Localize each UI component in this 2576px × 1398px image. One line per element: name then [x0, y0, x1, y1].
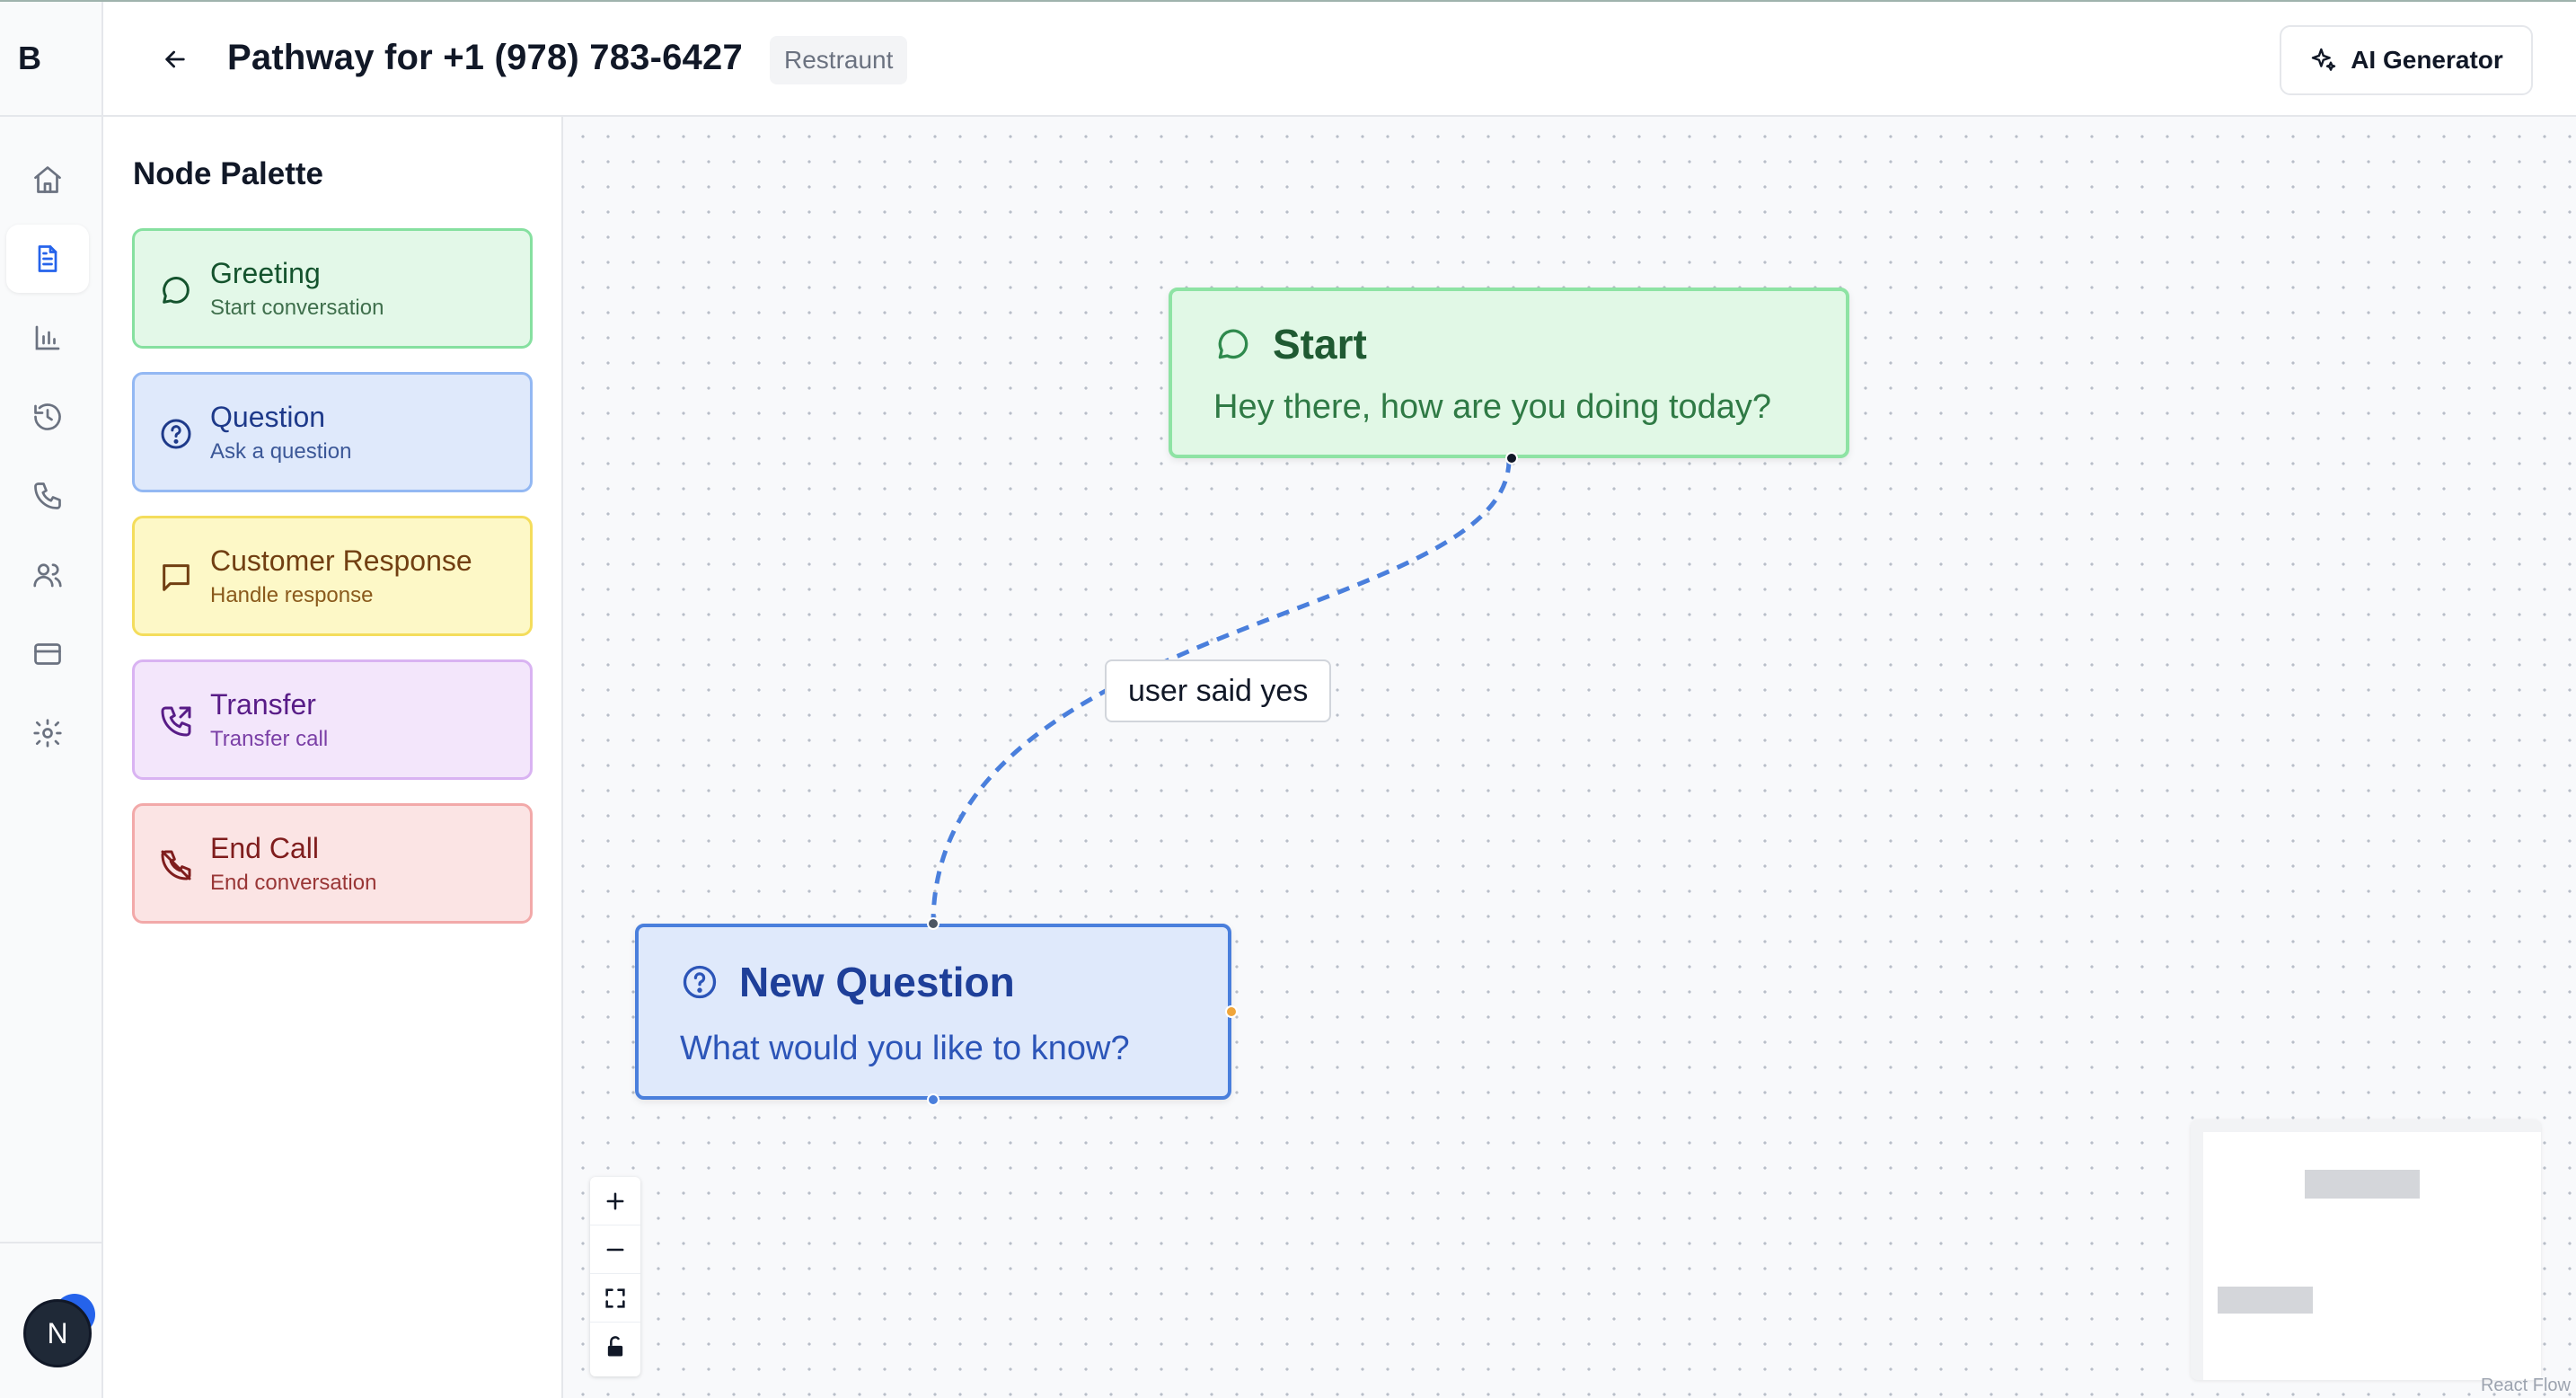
home-icon	[34, 166, 61, 193]
palette-item-title: Transfer	[210, 687, 316, 721]
source-handle[interactable]	[1505, 452, 1518, 465]
target-handle[interactable]	[927, 917, 940, 930]
phone-forward-icon	[161, 706, 191, 737]
flow-canvas[interactable]: Start Hey there, how are you doing today…	[563, 117, 2576, 1398]
rail-item-pathways[interactable]	[6, 225, 89, 293]
phone-icon	[34, 482, 61, 509]
rail-item-home[interactable]	[6, 146, 89, 214]
rail-nav	[0, 117, 101, 767]
palette-item-title: Greeting	[210, 256, 321, 289]
rail-item-calls[interactable]	[6, 462, 89, 530]
back-button[interactable]	[157, 41, 193, 77]
zoom-in-button[interactable]	[590, 1177, 640, 1225]
history-icon	[34, 403, 61, 430]
plus-icon	[606, 1192, 624, 1209]
sparkles-icon	[2311, 48, 2336, 71]
node-header: Start	[1213, 320, 1367, 368]
credit-card-icon	[34, 643, 61, 665]
palette-item-question[interactable]: Question Ask a question	[132, 372, 533, 492]
user-avatar[interactable]: N	[23, 1299, 92, 1367]
ai-generator-button[interactable]: AI Generator	[2280, 25, 2533, 95]
canvas-controls	[590, 1177, 640, 1376]
rail-item-billing[interactable]	[6, 620, 89, 688]
minimap[interactable]	[2191, 1119, 2541, 1380]
page-header: Pathway for +1 (978) 783-6427 Restraunt …	[103, 2, 2576, 117]
source-handle-right[interactable]	[1225, 1005, 1238, 1018]
palette-item-subtitle: End conversation	[210, 870, 377, 895]
node-message: Hey there, how are you doing today?	[1213, 388, 1772, 426]
rail-item-contacts[interactable]	[6, 541, 89, 609]
category-badge: Restraunt	[770, 36, 908, 84]
palette-item-title: Question	[210, 400, 326, 433]
minimap-node-start	[2305, 1170, 2420, 1199]
page-title: Pathway for +1 (978) 783-6427	[227, 38, 743, 77]
app-window: B N Pathway for +1 (978) 783-6427 Restra…	[0, 0, 2576, 1398]
rail-item-history[interactable]	[6, 383, 89, 451]
palette-item-subtitle: Transfer call	[210, 726, 329, 751]
rail-item-analytics[interactable]	[6, 304, 89, 372]
node-palette: Node Palette Greeting Start conversation…	[103, 117, 563, 1398]
palette-item-title: Customer Response	[210, 544, 472, 577]
ai-generator-label: AI Generator	[2351, 46, 2503, 74]
phone-off-icon	[161, 850, 191, 880]
source-handle-bottom[interactable]	[927, 1093, 940, 1106]
palette-item-subtitle: Handle response	[210, 582, 374, 607]
node-title: Start	[1273, 321, 1367, 367]
palette-item-title: End Call	[210, 831, 319, 864]
palette-item-end-call[interactable]: End Call End conversation	[132, 803, 533, 924]
flow-node-new-question[interactable]: New Question What would you like to know…	[635, 917, 1238, 1106]
message-square-icon	[163, 564, 190, 591]
arrow-left-icon	[165, 50, 185, 68]
rail-footer: N	[0, 1242, 101, 1398]
node-title: New Question	[739, 959, 1015, 1005]
app-logo[interactable]: B	[0, 2, 101, 117]
node-header: New Question	[680, 958, 1015, 1006]
edge-label[interactable]: user said yes	[1105, 659, 1332, 722]
minimap-viewport	[2203, 1132, 2541, 1380]
bar-chart-icon	[35, 325, 60, 350]
help-circle-icon	[683, 965, 717, 999]
minus-icon	[606, 1248, 624, 1251]
lock-toggle-button[interactable]	[590, 1323, 640, 1371]
zoom-out-button[interactable]	[590, 1225, 640, 1274]
fit-view-button[interactable]	[590, 1274, 640, 1323]
palette-item-customer-response[interactable]: Customer Response Handle response	[132, 516, 533, 636]
message-circle-icon	[163, 277, 190, 304]
left-nav-rail: B N	[0, 2, 103, 1398]
fit-view-icon	[605, 1287, 625, 1308]
help-circle-icon	[161, 419, 191, 449]
node-message: What would you like to know?	[680, 1030, 1130, 1067]
rail-item-settings[interactable]	[6, 699, 89, 767]
react-flow-attribution[interactable]: React Flow	[2481, 1376, 2571, 1396]
unlock-icon	[607, 1336, 623, 1357]
message-circle-icon	[1218, 329, 1248, 359]
palette-item-subtitle: Start conversation	[210, 295, 384, 320]
flow-node-start[interactable]: Start Hey there, how are you doing today…	[1169, 288, 1849, 465]
users-icon	[33, 563, 62, 588]
palette-item-subtitle: Ask a question	[210, 438, 352, 464]
gear-icon	[33, 719, 62, 748]
document-icon	[38, 245, 57, 272]
minimap-node-question	[2218, 1287, 2313, 1314]
palette-item-greeting[interactable]: Greeting Start conversation	[132, 228, 533, 349]
palette-title: Node Palette	[133, 156, 323, 191]
palette-item-transfer[interactable]: Transfer Transfer call	[132, 659, 533, 780]
